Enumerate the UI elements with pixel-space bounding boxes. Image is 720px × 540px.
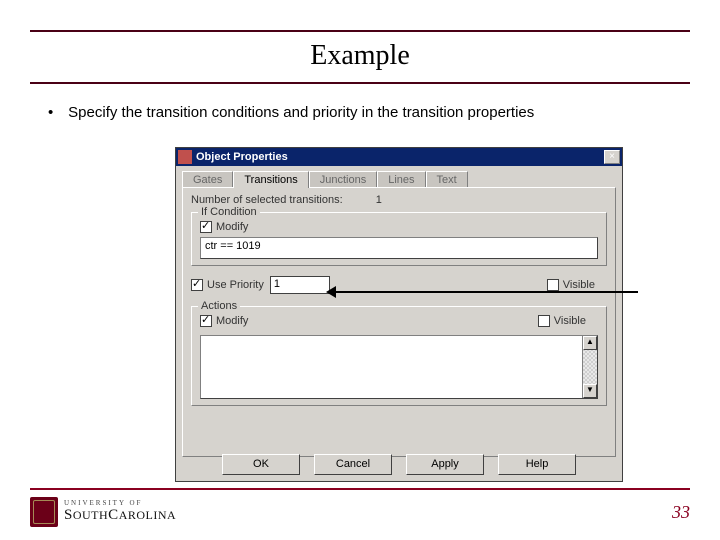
tab-gates[interactable]: Gates — [182, 171, 233, 188]
bullet-row: • Specify the transition conditions and … — [48, 104, 672, 123]
use-priority-label: Use Priority — [207, 279, 264, 291]
checkbox-icon — [538, 315, 550, 327]
selected-count-row: Number of selected transitions: 1 — [191, 194, 607, 206]
scroll-down-icon[interactable]: ▼ — [583, 384, 597, 398]
rule-bottom — [30, 488, 690, 490]
group-actions: Actions Modify Visible ▲ ▼ — [191, 306, 607, 406]
use-priority-checkbox[interactable]: Use Priority — [191, 279, 264, 291]
modify-condition-checkbox[interactable]: Modify — [200, 221, 598, 233]
checkbox-icon — [200, 315, 212, 327]
rule-top — [30, 30, 690, 32]
checkbox-icon — [200, 221, 212, 233]
condition-input[interactable]: ctr == 1019 — [200, 237, 598, 259]
university-logo: UNIVERSITY OF SOUTHCAROLINA — [30, 497, 176, 527]
object-properties-dialog: Object Properties × Gates Transitions Ju… — [175, 147, 623, 482]
tab-strip: Gates Transitions Junctions Lines Text — [176, 166, 622, 187]
group-if-condition-legend: If Condition — [198, 206, 260, 218]
modify-actions-label: Modify — [216, 315, 248, 327]
modify-actions-checkbox[interactable]: Modify — [200, 315, 248, 327]
scroll-up-icon[interactable]: ▲ — [583, 336, 597, 350]
help-button[interactable]: Help — [498, 454, 576, 475]
tab-body: Number of selected transitions: 1 If Con… — [182, 187, 616, 457]
rule-under-title — [30, 82, 690, 84]
close-button[interactable]: × — [604, 150, 620, 164]
dialog-title: Object Properties — [196, 151, 604, 163]
university-line1: UNIVERSITY OF — [64, 500, 176, 507]
bullet-text: Specify the transition conditions and pr… — [68, 104, 658, 123]
group-actions-legend: Actions — [198, 300, 240, 312]
university-line2: SOUTHCAROLINA — [64, 508, 176, 524]
slide-title: Example — [0, 40, 720, 72]
priority-input[interactable]: 1 — [270, 276, 330, 294]
apply-button[interactable]: Apply — [406, 454, 484, 475]
scroll-track[interactable] — [583, 350, 597, 384]
selected-count-label: Number of selected transitions: — [191, 194, 343, 206]
actions-textarea[interactable]: ▲ ▼ — [200, 335, 598, 399]
annotation-arrow-line — [333, 291, 638, 293]
tab-text[interactable]: Text — [426, 171, 468, 188]
annotation-arrow-head-icon — [326, 286, 336, 298]
checkbox-icon — [547, 279, 559, 291]
visible-checkbox-top[interactable]: Visible — [547, 279, 595, 291]
app-icon — [178, 150, 192, 164]
ok-button[interactable]: OK — [222, 454, 300, 475]
visible-label: Visible — [563, 279, 595, 291]
visible-checkbox-actions[interactable]: Visible — [538, 315, 586, 327]
tab-transitions[interactable]: Transitions — [233, 171, 308, 188]
tab-lines[interactable]: Lines — [377, 171, 425, 188]
modify-condition-label: Modify — [216, 221, 248, 233]
visible-label-2: Visible — [554, 315, 586, 327]
footer: UNIVERSITY OF SOUTHCAROLINA 33 — [30, 494, 690, 530]
page-number: 33 — [672, 502, 690, 523]
dialog-button-row: OK Cancel Apply Help — [176, 454, 622, 475]
bullet-dot: • — [48, 104, 64, 121]
cancel-button[interactable]: Cancel — [314, 454, 392, 475]
tab-junctions[interactable]: Junctions — [309, 171, 377, 188]
checkbox-icon — [191, 279, 203, 291]
university-name: UNIVERSITY OF SOUTHCAROLINA — [64, 500, 176, 523]
selected-count-value: 1 — [376, 194, 382, 206]
group-if-condition: If Condition Modify ctr == 1019 — [191, 212, 607, 266]
crest-icon — [30, 497, 58, 527]
titlebar[interactable]: Object Properties × — [176, 148, 622, 166]
scrollbar[interactable]: ▲ ▼ — [582, 336, 597, 398]
